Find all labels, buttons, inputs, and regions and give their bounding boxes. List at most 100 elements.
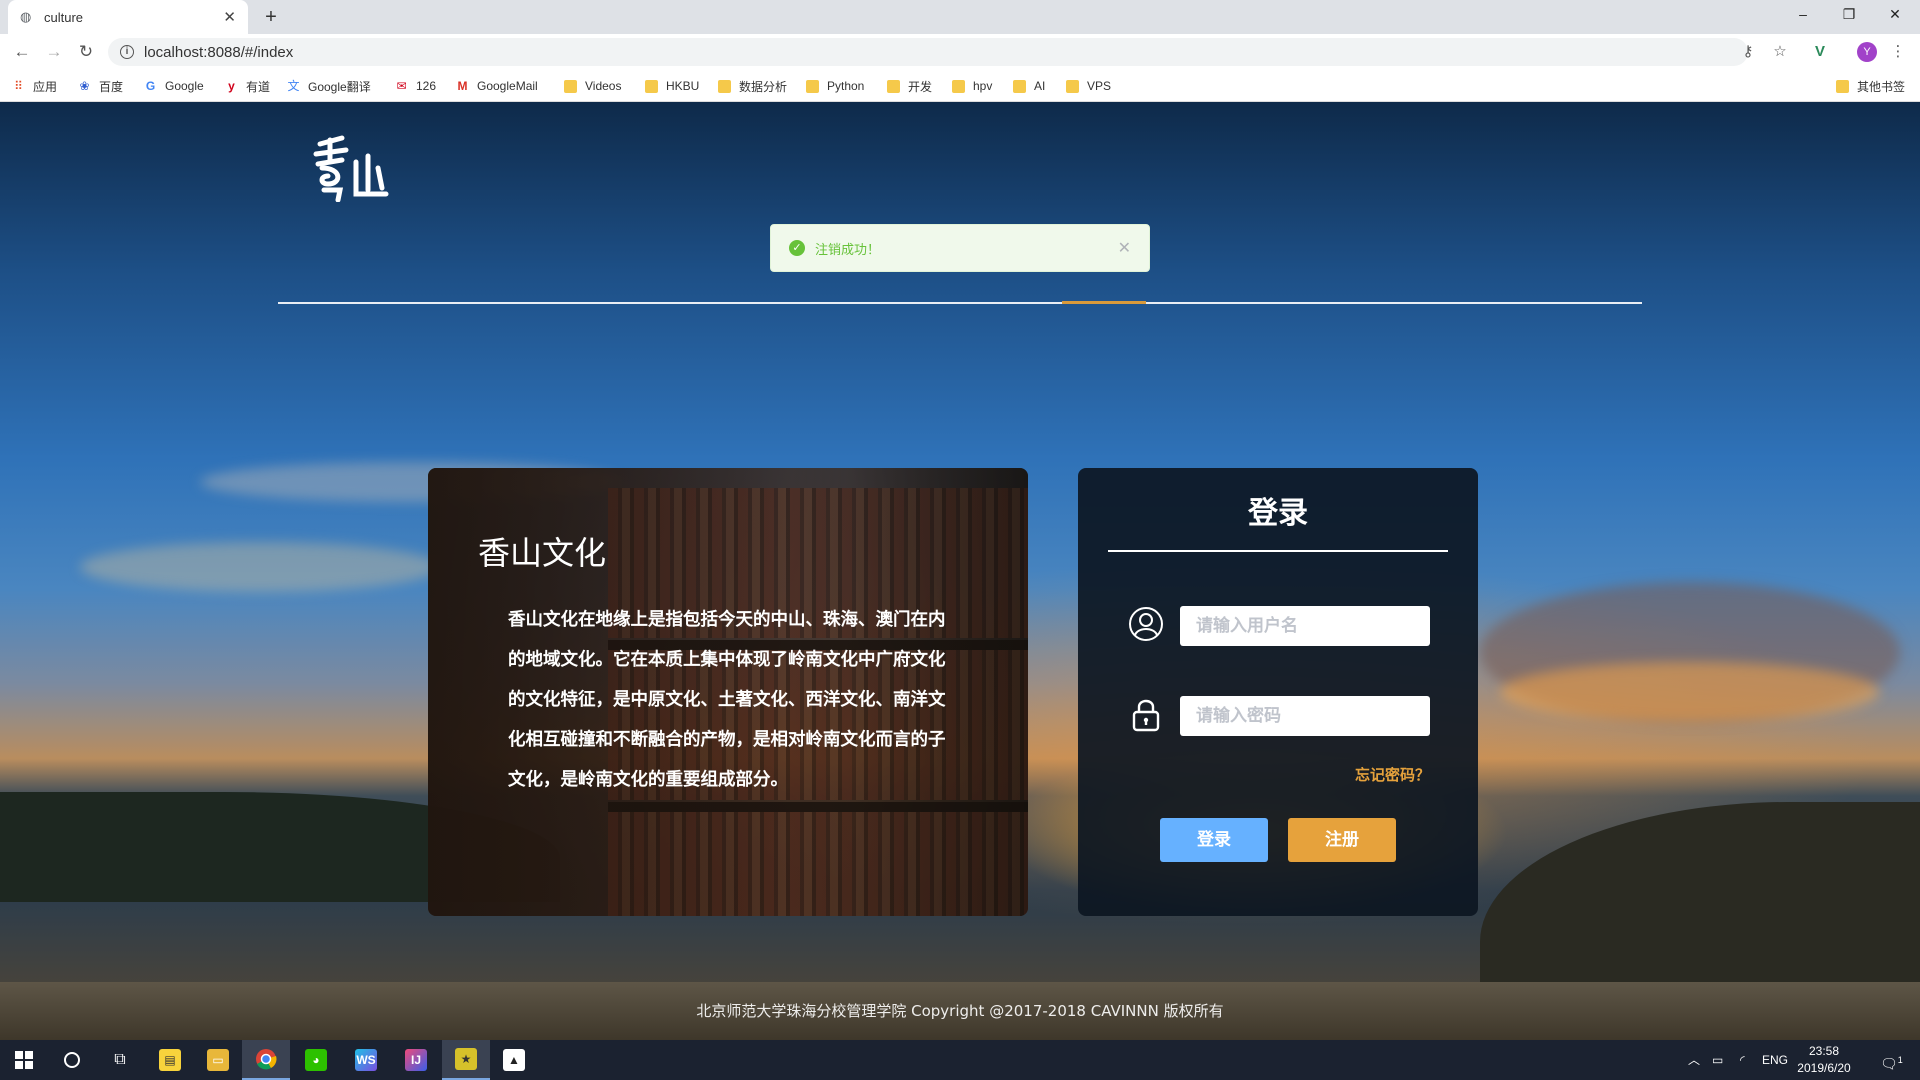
key-icon[interactable]: ⚷ (1738, 42, 1758, 62)
back-arrow-icon[interactable]: ← (10, 40, 34, 64)
battery-icon[interactable]: ▭ (1712, 1040, 1723, 1080)
login-divider (1108, 550, 1448, 552)
star-icon[interactable]: ☆ (1770, 42, 1790, 62)
bookmark-126[interactable]: ✉ 126 (395, 77, 436, 95)
app-icon: ★ (455, 1048, 477, 1070)
intro-text: 香山文化在地缘上是指包括今天的中山、珠海、澳门在内的地域文化。它在本质上集中体现… (508, 610, 946, 790)
system-clock[interactable]: 23:58 2019/6/20 (1788, 1043, 1860, 1077)
browser-tab[interactable]: ◍ culture ✕ (8, 0, 248, 34)
taskbar-sticky-notes[interactable]: ▤ (146, 1040, 194, 1080)
toast-message: 注销成功！ (815, 241, 881, 257)
vue-devtools-icon[interactable]: V (1810, 42, 1830, 62)
folder-icon (1066, 79, 1079, 93)
address-bar[interactable]: i localhost:8088/#/index (108, 38, 1748, 66)
folder-icon: ▭ (207, 1049, 229, 1071)
login-title: 登录 (1248, 496, 1308, 531)
bookmark-videos[interactable]: Videos (564, 77, 621, 95)
bookmarks-bar: ⠿ 应用 ❀ 百度 G Google y 有道 文 Google翻译 ✉ 126 M Goog… (0, 70, 1920, 102)
bookmark-python[interactable]: Python (806, 77, 864, 95)
tray-overflow-icon[interactable]: ︿ (1688, 1040, 1700, 1080)
user-icon (1129, 607, 1163, 641)
folder-icon (564, 79, 577, 93)
close-window-button[interactable]: ✕ (1872, 0, 1918, 30)
wechat-icon: ◕ (305, 1049, 327, 1071)
task-view-icon: ⧉ (114, 1051, 126, 1068)
wifi-icon[interactable]: ◜ (1740, 1040, 1745, 1080)
username-input[interactable] (1180, 606, 1430, 646)
reload-icon[interactable]: ↻ (74, 40, 98, 64)
web-page: ✓ 注销成功！ ✕ 香山文化 香山文化在地缘上是指包括今天的中山、珠海、澳门在内… (0, 102, 1920, 1040)
success-toast: ✓ 注销成功！ ✕ (770, 224, 1150, 272)
translate-icon: 文 (287, 78, 300, 93)
browser-toolbar: ← → ↻ i localhost:8088/#/index ⚷ ☆ V ⋮ (0, 34, 1920, 70)
close-icon[interactable]: ✕ (1118, 238, 1131, 258)
forward-arrow-icon[interactable]: → (42, 40, 66, 64)
webstorm-icon: WS (355, 1049, 377, 1071)
bookmark-youdao[interactable]: y 有道 (225, 77, 270, 95)
browser-tab-strip: ◍ culture ✕ + – ❐ ✕ (0, 0, 1920, 34)
bookmark-google[interactable]: G Google (144, 77, 204, 95)
login-button[interactable]: 登录 (1160, 818, 1268, 862)
globe-icon: ◍ (20, 9, 32, 24)
language-indicator[interactable]: ENG (1762, 1040, 1788, 1080)
nav-active-indicator (1062, 301, 1146, 304)
new-tab-button[interactable]: + (258, 4, 284, 30)
folder-icon (952, 79, 965, 93)
url-text: localhost:8088/#/index (144, 43, 294, 61)
cortana-circle-icon (64, 1052, 80, 1068)
taskbar-photos[interactable]: ▲ (490, 1040, 538, 1080)
cloud-decoration (80, 542, 440, 592)
windows-logo-icon (15, 1051, 33, 1069)
lock-icon (1132, 699, 1160, 732)
taskbar-chrome[interactable] (242, 1040, 290, 1080)
cloud-decoration (1500, 662, 1880, 722)
folder-icon (718, 79, 731, 93)
right-cliff (1480, 802, 1920, 1002)
intro-card: 香山文化 香山文化在地缘上是指包括今天的中山、珠海、澳门在内的地域文化。它在本质… (428, 468, 1028, 916)
baidu-paw-icon: ❀ (79, 78, 90, 93)
forgot-password-link[interactable]: 忘记密码？ (1355, 764, 1430, 785)
bookmark-ai[interactable]: AI (1013, 77, 1045, 95)
youdao-icon: y (228, 78, 235, 93)
register-button[interactable]: 注册 (1288, 818, 1396, 862)
password-input[interactable] (1180, 696, 1430, 736)
windows-taskbar: ⧉ ▤ ▭ ◕ WS IJ ★ ▲ ︿ ▭ ◜ ENG 23:58 2019/6… (0, 1040, 1920, 1080)
taskbar-intellij[interactable]: IJ (392, 1040, 440, 1080)
site-logo[interactable] (312, 132, 392, 202)
close-tab-icon[interactable]: ✕ (223, 8, 236, 26)
bookmark-other[interactable]: 其他书签 (1836, 77, 1905, 95)
search-button[interactable] (48, 1040, 96, 1080)
info-icon[interactable]: i (120, 45, 134, 59)
clock-time: 23:58 (1808, 1044, 1840, 1058)
bookmark-googlemail[interactable]: M GoogleMail (456, 77, 538, 95)
notification-center-icon[interactable]: 🗨1 (1880, 1040, 1903, 1080)
mail-126-icon: ✉ (396, 78, 407, 93)
task-view-button[interactable]: ⧉ (96, 1040, 144, 1080)
bookmark-dev[interactable]: 开发 (887, 77, 932, 95)
profile-avatar[interactable]: Y (1857, 42, 1877, 62)
header-divider (278, 302, 1642, 304)
photos-icon: ▲ (503, 1049, 525, 1071)
restore-button[interactable]: ❐ (1826, 0, 1872, 30)
notification-count: 1 (1897, 1055, 1903, 1065)
tab-title: culture (44, 9, 84, 25)
bookmark-hkbu[interactable]: HKBU (645, 77, 699, 95)
folder-icon (1836, 79, 1849, 93)
minimize-button[interactable]: – (1780, 0, 1826, 30)
taskbar-file-explorer[interactable]: ▭ (194, 1040, 242, 1080)
chrome-icon (256, 1049, 277, 1070)
bookmark-google-translate[interactable]: 文 Google翻译 (287, 77, 370, 95)
taskbar-app-yellow[interactable]: ★ (442, 1040, 490, 1080)
folder-icon (1013, 79, 1026, 93)
bookmark-hpv[interactable]: hpv (952, 77, 992, 95)
gmail-icon: M (457, 78, 468, 93)
menu-kebab-icon[interactable]: ⋮ (1888, 42, 1908, 62)
bookmark-apps[interactable]: ⠿ 应用 (12, 77, 57, 95)
taskbar-webstorm[interactable]: WS (342, 1040, 390, 1080)
taskbar-wechat[interactable]: ◕ (292, 1040, 340, 1080)
start-button[interactable] (0, 1040, 48, 1080)
bookmark-baidu[interactable]: ❀ 百度 (78, 77, 123, 95)
apps-grid-icon: ⠿ (14, 78, 23, 93)
bookmark-data-analysis[interactable]: 数据分析 (718, 77, 787, 95)
bookmark-vps[interactable]: VPS (1066, 77, 1111, 95)
